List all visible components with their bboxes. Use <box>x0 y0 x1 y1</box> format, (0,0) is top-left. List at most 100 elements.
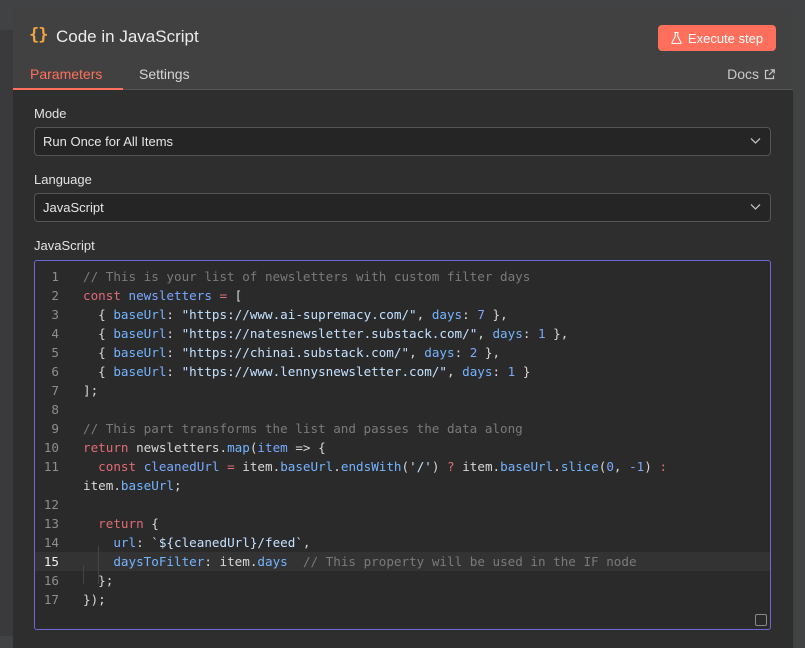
line-number: 6 <box>51 364 59 379</box>
code-text: ]; <box>83 381 98 400</box>
code-token: : <box>166 307 182 322</box>
code-token: item. <box>83 478 121 493</box>
code-token: , <box>613 459 630 474</box>
docs-link[interactable]: Docs <box>727 66 775 82</box>
code-line[interactable]: 2 const newsletters = [ <box>35 286 770 305</box>
code-line[interactable]: 11 const cleanedUrl = item.baseUrl.endsW… <box>35 457 770 476</box>
resize-handle[interactable] <box>755 614 767 626</box>
tab-parameters[interactable]: Parameters <box>30 66 102 82</box>
code-token: "https://www.lennysnewsletter.com/" <box>181 364 447 379</box>
code-line[interactable]: 17}); <box>35 590 770 609</box>
code-token: { <box>83 364 114 379</box>
code-token: : <box>522 326 538 341</box>
code-token: url <box>113 535 137 550</box>
code-token: : <box>454 345 470 360</box>
code-token: { <box>83 326 114 341</box>
code-token: } <box>515 364 531 379</box>
code-token: 1 <box>537 326 546 341</box>
code-token: 0 <box>606 459 614 474</box>
code-token: . <box>333 459 341 474</box>
code-line[interactable]: 9 // This part transforms the list and pa… <box>35 419 770 438</box>
code-token: ( <box>401 459 410 474</box>
code-token: baseUrl <box>113 364 167 379</box>
code-token: : <box>166 326 182 341</box>
language-select[interactable]: JavaScript <box>34 193 771 222</box>
line-number: 12 <box>43 497 59 512</box>
indent-guide <box>83 565 84 584</box>
execute-step-label: Execute step <box>687 30 764 46</box>
line-number: 9 <box>51 421 59 436</box>
code-token: item. <box>454 459 501 474</box>
code-text: { baseUrl: "https://chinai.substack.com/… <box>83 343 500 362</box>
code-token: : <box>166 364 182 379</box>
code-line[interactable]: 15 daysToFilter: item.days // This prope… <box>35 552 770 571</box>
code-token: = <box>219 459 243 474</box>
language-label: Language <box>34 172 92 187</box>
code-token: const <box>83 288 121 303</box>
code-token: slice <box>560 459 599 474</box>
code-line[interactable]: 10 return newsletters.map(item => { <box>35 438 770 457</box>
code-token: , <box>446 364 463 379</box>
code-token: -1 <box>629 459 645 474</box>
chevron-down-icon <box>750 204 761 210</box>
code-token: . <box>553 459 561 474</box>
code-token: , <box>416 307 432 322</box>
line-number: 8 <box>51 402 59 417</box>
code-token: }, <box>545 326 569 341</box>
code-line[interactable]: item.baseUrl; <box>35 476 770 495</box>
code-token: ]; <box>83 383 99 398</box>
language-value: JavaScript <box>43 200 104 215</box>
code-text: return newsletters.map(item => { <box>83 438 326 457</box>
code-line[interactable]: 6 { baseUrl: "https://www.lennysnewslett… <box>35 362 770 381</box>
code-line[interactable]: 5 { baseUrl: "https://chinai.substack.co… <box>35 343 770 362</box>
node-title[interactable]: Code in JavaScript <box>56 27 199 47</box>
code-line[interactable]: 7]; <box>35 381 770 400</box>
code-token: // This is your list of newsletters with… <box>83 269 531 284</box>
line-number: 17 <box>43 592 59 607</box>
code-token: baseUrl <box>113 345 167 360</box>
code-token: days <box>257 554 288 569</box>
code-token: "https://natesnewsletter.substack.com/" <box>181 326 478 341</box>
code-token: ; <box>174 478 182 493</box>
code-editor[interactable]: 17}); 16 }; 15 daysToFilter: item.days // … <box>34 260 771 630</box>
code-token: cleanedUrl <box>143 459 220 474</box>
code-token: baseUrl <box>280 459 334 474</box>
code-token: : item. <box>204 554 258 569</box>
code-line[interactable]: 4 { baseUrl: "https://natesnewsletter.su… <box>35 324 770 343</box>
line-number: 2 <box>51 288 59 303</box>
tab-settings[interactable]: Settings <box>139 66 190 82</box>
external-link-icon <box>764 68 775 79</box>
code-token: newsletters <box>128 288 212 303</box>
code-token: : <box>492 364 508 379</box>
code-line[interactable]: 8 <box>35 400 770 419</box>
code-line[interactable]: 14 url: `${cleanedUrl}/feed`, <box>35 533 770 552</box>
code-text: { baseUrl: "https://www.ai-supremacy.com… <box>83 305 508 324</box>
tab-bar: Parameters Settings Docs <box>13 60 793 90</box>
code-token: [ <box>234 288 243 303</box>
line-number: 13 <box>43 516 59 531</box>
code-token: `${cleanedUrl}/feed` <box>151 535 303 550</box>
code-token: "https://www.ai-supremacy.com/" <box>181 307 417 322</box>
code-token: item. <box>242 459 281 474</box>
code-line[interactable]: 16 }; <box>35 571 770 590</box>
code-token: 7 <box>477 307 485 322</box>
code-token: // This property will be used in the IF … <box>302 554 637 569</box>
code-line[interactable]: 1 // This is your list of newsletters wit… <box>35 267 770 286</box>
line-number: 16 <box>43 573 59 588</box>
execute-step-button[interactable]: Execute step <box>658 25 776 51</box>
code-line[interactable]: 12 <box>35 495 770 514</box>
code-token: return <box>98 516 144 531</box>
code-token: ) <box>644 459 660 474</box>
code-line[interactable]: 13 return { <box>35 514 770 533</box>
docs-label: Docs <box>727 66 759 82</box>
line-number: 4 <box>51 326 59 341</box>
mode-select[interactable]: Run Once for All Items <box>34 127 771 156</box>
code-token: newsletters. <box>128 440 228 455</box>
code-line[interactable]: 3 { baseUrl: "https://www.ai-supremacy.c… <box>35 305 770 324</box>
code-token: baseUrl <box>120 478 174 493</box>
line-number: 7 <box>51 383 59 398</box>
code-text: { baseUrl: "https://natesnewsletter.subs… <box>83 324 568 343</box>
